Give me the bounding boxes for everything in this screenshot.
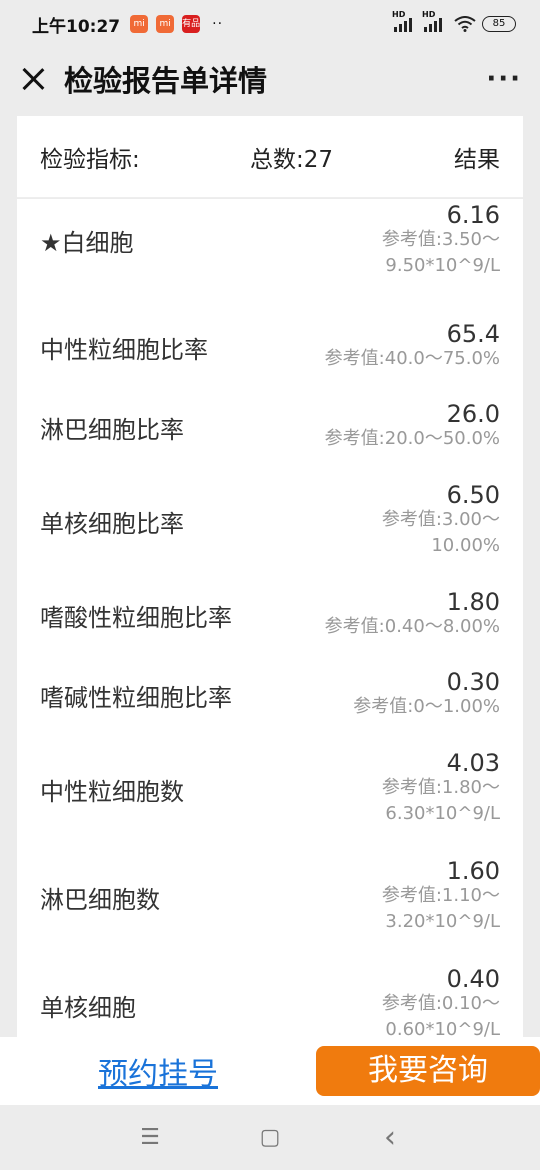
total-count: 总数:27 [250, 146, 334, 173]
row-reference: 参考值:0～1.00% [353, 696, 500, 717]
row-reference-cont: 3.20*10^9/L [385, 911, 500, 932]
row-value: 6.50 [446, 481, 500, 509]
row-reference: 参考值:3.00～ [381, 509, 500, 530]
row-result: 6.16 参考值:3.50～ 9.50*10^9/L [290, 203, 500, 279]
row-result: 65.4 参考值:40.0～75.0% [270, 322, 500, 372]
row-value: 65.4 [446, 320, 500, 348]
result-list[interactable]: ★白细胞 6.16 参考值:3.50～ 9.50*10^9/L 中性粒细胞比率 … [17, 199, 523, 1037]
table-row: ★白细胞 6.16 参考值:3.50～ 9.50*10^9/L [17, 199, 523, 307]
row-name: 中性粒细胞数 [40, 777, 184, 806]
table-header: 检验指标: 总数:27 结果 [17, 116, 523, 198]
row-reference-cont: 10.00% [431, 535, 500, 556]
row-result: 0.40 参考值:0.10～ 0.60*10^9/L [290, 967, 500, 1037]
table-row: 单核细胞比率 6.50 参考值:3.00～ 10.00% [17, 467, 523, 575]
row-name: 嗜碱性粒细胞比率 [40, 683, 232, 712]
table-row: 嗜碱性粒细胞比率 0.30 参考值:0～1.00% [17, 655, 523, 735]
nav-bar: 检验报告单详情 ··· [0, 48, 540, 110]
row-name: 单核细胞比率 [40, 509, 184, 538]
row-reference: 参考值:40.0～75.0% [324, 348, 500, 369]
row-name: 淋巴细胞比率 [40, 415, 184, 444]
system-navigation-bar: ☰ ▢ ‹ [0, 1105, 540, 1170]
bottom-action-bar: 预约挂号 我要咨询 [0, 1037, 540, 1105]
indicator-header: 检验指标: [40, 146, 140, 173]
row-value: 0.40 [446, 965, 500, 993]
signal-icon: HD [422, 10, 442, 32]
close-icon[interactable] [18, 64, 48, 94]
home-icon[interactable]: ▢ [255, 1125, 285, 1150]
consult-button[interactable]: 我要咨询 [316, 1046, 540, 1096]
back-icon[interactable]: ‹ [375, 1120, 405, 1155]
row-result: 26.0 参考值:20.0～50.0% [270, 402, 500, 452]
table-row: 嗜酸性粒细胞比率 1.80 参考值:0.40～8.00% [17, 575, 523, 655]
row-result: 1.80 参考值:0.40～8.00% [270, 590, 500, 640]
row-reference-cont: 9.50*10^9/L [385, 255, 500, 276]
row-value: 4.03 [446, 749, 500, 777]
row-reference: 参考值:3.50～ [381, 229, 500, 250]
row-value: 26.0 [446, 400, 500, 428]
result-header: 结果 [454, 146, 500, 173]
page-title: 检验报告单详情 [64, 64, 268, 98]
more-notifications-icon: ·· [212, 16, 224, 32]
row-reference-cont: 6.30*10^9/L [385, 803, 500, 824]
row-name: 中性粒细胞比率 [40, 335, 208, 364]
row-reference: 参考值:0.10～ [381, 993, 500, 1014]
signal-icon: HD [392, 10, 412, 32]
row-reference: 参考值:0.40～8.00% [324, 616, 500, 637]
mi-app-icon: mi [156, 15, 175, 33]
status-bar: 上午10:27 mi mi 有品 ·· HD HD 85 [0, 0, 540, 48]
row-value: 1.60 [446, 857, 500, 885]
table-row: 淋巴细胞数 1.60 参考值:1.10～ 3.20*10^9/L [17, 843, 523, 951]
row-result: 0.30 参考值:0～1.00% [290, 670, 500, 720]
row-result: 1.60 参考值:1.10～ 3.20*10^9/L [290, 859, 500, 935]
mi-app-icon: mi [130, 15, 149, 33]
status-time: 上午10:27 [32, 16, 121, 37]
row-result: 6.50 参考值:3.00～ 10.00% [290, 483, 500, 559]
table-row: 中性粒细胞数 4.03 参考值:1.80～ 6.30*10^9/L [17, 735, 523, 843]
row-reference: 参考值:1.10～ [381, 885, 500, 906]
row-reference: 参考值:20.0～50.0% [324, 428, 500, 449]
row-name: 单核细胞 [40, 993, 136, 1022]
status-indicators: HD HD 85 [392, 10, 516, 32]
row-reference-cont: 0.60*10^9/L [385, 1019, 500, 1037]
hd-label: HD [422, 10, 436, 19]
row-value: 0.30 [446, 668, 500, 696]
row-reference: 参考值:1.80～ [381, 777, 500, 798]
row-result: 4.03 参考值:1.80～ 6.30*10^9/L [290, 751, 500, 827]
appointment-link[interactable]: 预约挂号 [0, 1049, 316, 1093]
battery-icon: 85 [482, 16, 516, 32]
recent-apps-icon[interactable]: ☰ [135, 1125, 165, 1150]
row-value: 1.80 [446, 588, 500, 616]
row-name: 嗜酸性粒细胞比率 [40, 603, 232, 632]
wifi-icon [454, 16, 476, 32]
table-row: 淋巴细胞比率 26.0 参考值:20.0～50.0% [17, 387, 523, 467]
more-menu-button[interactable]: ··· [486, 64, 522, 94]
table-row: 中性粒细胞比率 65.4 参考值:40.0～75.0% [17, 307, 523, 387]
hd-label: HD [392, 10, 406, 19]
row-name: ★白细胞 [40, 229, 134, 257]
row-value: 6.16 [446, 201, 500, 229]
table-row: 单核细胞 0.40 参考值:0.10～ 0.60*10^9/L [17, 951, 523, 1037]
row-name: 淋巴细胞数 [40, 885, 160, 914]
youpin-app-icon: 有品 [182, 15, 200, 33]
